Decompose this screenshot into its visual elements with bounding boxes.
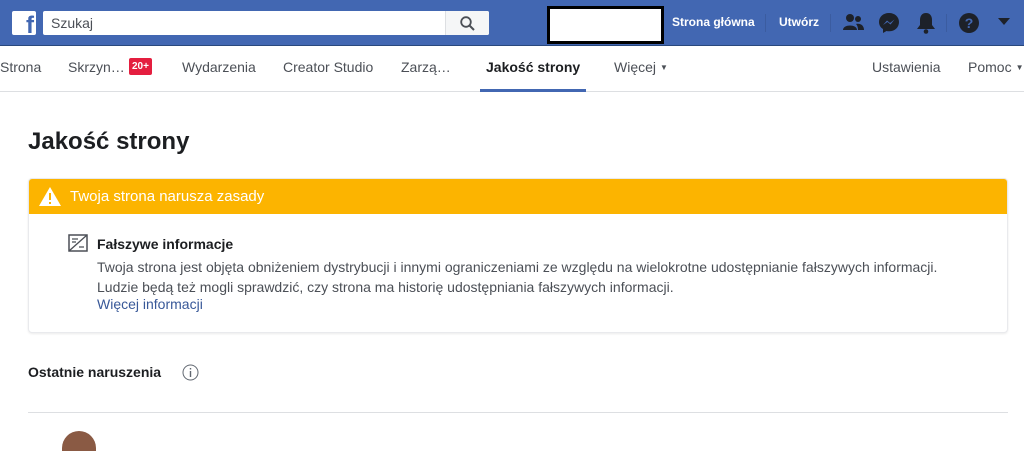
settings-link[interactable]: Ustawienia bbox=[872, 59, 940, 75]
violation-description-line: Ludzie będą też mogli sprawdzić, czy str… bbox=[97, 279, 674, 295]
avatar bbox=[62, 431, 96, 451]
active-tab-indicator bbox=[480, 89, 586, 92]
alert-title: Twoja strona narusza zasady bbox=[70, 188, 265, 205]
tab-page[interactable]: Strona bbox=[0, 59, 41, 75]
false-news-icon bbox=[68, 234, 88, 252]
topbar-separator bbox=[946, 14, 947, 32]
tab-manage[interactable]: Zarzą… bbox=[401, 59, 451, 75]
tab-more[interactable]: Więcej ▼ bbox=[614, 59, 668, 75]
notifications-bell-icon[interactable] bbox=[916, 12, 936, 34]
tab-events[interactable]: Wydarzenia bbox=[182, 59, 256, 75]
home-link[interactable]: Strona główna bbox=[672, 15, 755, 29]
violation-description-line: Twoja strona jest objęta obniżeniem dyst… bbox=[97, 259, 938, 275]
topbar-separator bbox=[830, 14, 831, 32]
help-icon[interactable]: ? bbox=[958, 12, 980, 34]
account-menu-caret-icon[interactable] bbox=[998, 18, 1010, 26]
messenger-icon[interactable] bbox=[878, 12, 900, 34]
more-caret-icon: ▼ bbox=[660, 63, 668, 72]
policy-alert-card: Twoja strona narusza zasady Fałszywe inf… bbox=[28, 178, 1008, 333]
facebook-logo[interactable]: f bbox=[12, 11, 36, 39]
tab-creator-studio[interactable]: Creator Studio bbox=[283, 59, 373, 75]
warning-icon bbox=[39, 187, 61, 206]
section-divider bbox=[28, 412, 1008, 413]
help-caret-icon: ▼ bbox=[1015, 63, 1024, 72]
alert-header: Twoja strona narusza zasady bbox=[29, 179, 1007, 214]
facebook-logo-letter: f bbox=[26, 12, 34, 39]
search-button[interactable] bbox=[445, 11, 489, 35]
page-title: Jakość strony bbox=[28, 128, 190, 155]
search-box bbox=[43, 11, 489, 35]
help-menu-label: Pomoc bbox=[968, 59, 1012, 75]
tab-inbox[interactable]: Skrzyn… bbox=[68, 59, 125, 75]
page-nav: Strona Skrzyn… 20+ Wydarzenia Creator St… bbox=[0, 46, 1024, 92]
more-info-link[interactable]: Więcej informacji bbox=[97, 296, 203, 312]
recent-violations-heading: Ostatnie naruszenia bbox=[28, 364, 162, 380]
redacted-profile bbox=[547, 6, 664, 44]
help-menu[interactable]: Pomoc ▼ bbox=[968, 59, 1024, 75]
search-input[interactable] bbox=[43, 11, 441, 35]
inbox-count-badge: 20+ bbox=[129, 58, 152, 75]
tab-more-label: Więcej bbox=[614, 59, 657, 75]
search-icon bbox=[460, 16, 475, 31]
svg-text:?: ? bbox=[965, 15, 974, 31]
friends-icon[interactable] bbox=[842, 12, 864, 32]
violation-description: Twoja strona jest objęta obniżeniem dyst… bbox=[97, 257, 997, 297]
topbar-separator bbox=[765, 14, 766, 32]
top-bar: f Strona główna Utwórz ? bbox=[0, 0, 1024, 46]
info-icon[interactable] bbox=[182, 364, 199, 381]
tab-page-quality[interactable]: Jakość strony bbox=[486, 59, 580, 75]
create-link[interactable]: Utwórz bbox=[779, 15, 819, 29]
violation-title: Fałszywe informacje bbox=[97, 236, 234, 252]
